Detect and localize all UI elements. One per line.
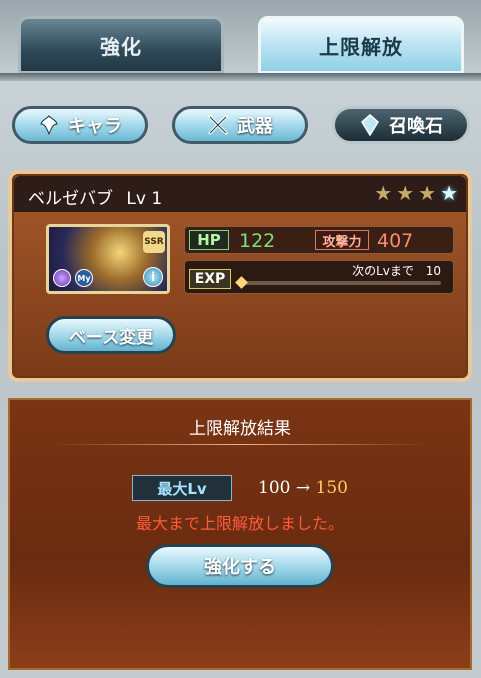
result-divider [50,444,430,445]
my-badge: My [75,269,93,287]
next-level-value: 10 [425,264,441,278]
chara-icon [38,114,60,136]
next-level-label: 次のLvまで [352,264,414,278]
stats-row: HP 122 攻撃力 407 [184,226,454,254]
tab-underline [0,73,481,81]
category-chara-label: キャラ [68,116,122,137]
level-from: 100 [258,478,291,498]
character-level: Lv 1 [126,189,163,209]
category-chara-button[interactable]: キャラ [12,106,148,144]
tab-enhance[interactable]: 強化 [18,16,224,74]
category-weapon-label: 武器 [237,116,273,137]
change-base-button[interactable]: ベース変更 [46,316,176,354]
star-icon: ★ [418,181,437,205]
category-summon-button[interactable]: 召喚石 [332,106,470,144]
enhance-button[interactable]: 強化する [146,544,334,588]
attack-value: 407 [377,230,414,252]
star-active-icon: ★ [440,181,458,205]
max-level-label: 最大Lv [132,475,232,501]
tab-uncap[interactable]: 上限解放 [258,16,464,74]
rarity-badge: SSR [143,231,165,253]
hp-value: 122 [239,230,276,252]
summon-icon [359,114,381,136]
exp-marker-icon [235,276,248,289]
element-icon [53,269,71,287]
tab-bar: 強化 上限解放 [0,0,481,81]
attack-label: 攻撃力 [315,230,369,250]
exp-label: EXP [189,269,231,289]
change-base-label: ベース変更 [68,327,154,348]
info-icon[interactable]: i [143,267,163,287]
uncap-result-panel: 上限解放結果 最大Lv 100 → 150 最大まで上限解放しました。 強化する [8,398,472,670]
character-name: ベルゼバブ [28,189,113,209]
level-to: 150 [315,478,348,498]
star-icon: ★ [396,181,415,205]
enhance-button-label: 強化する [204,557,276,578]
tab-enhance-label: 強化 [100,34,142,59]
category-summon-label: 召喚石 [389,116,443,137]
level-change: 100 → 150 [258,478,348,498]
exp-bar [235,276,441,289]
character-portrait[interactable]: SSR My i [46,224,170,294]
result-message: 最大まで上限解放しました。 [135,514,344,533]
level-arrow-icon: → [295,478,311,498]
uncap-stars: ★ ★ ★ ★ [374,182,458,204]
tab-uncap-label: 上限解放 [319,34,403,59]
next-level-text: 次のLvまで 10 [352,262,441,279]
weapon-icon [207,114,229,136]
character-panel: ベルゼバブ Lv 1 ★ ★ ★ ★ SSR My i HP 122 攻撃力 4… [8,170,472,382]
category-weapon-button[interactable]: 武器 [172,106,308,144]
hp-label: HP [189,230,229,250]
exp-row: EXP 次のLvまで 10 [184,260,454,294]
character-header: ベルゼバブ Lv 1 ★ ★ ★ ★ [14,176,466,212]
result-title: 上限解放結果 [189,419,291,439]
star-icon: ★ [374,181,393,205]
character-name-level: ベルゼバブ Lv 1 [28,184,162,209]
